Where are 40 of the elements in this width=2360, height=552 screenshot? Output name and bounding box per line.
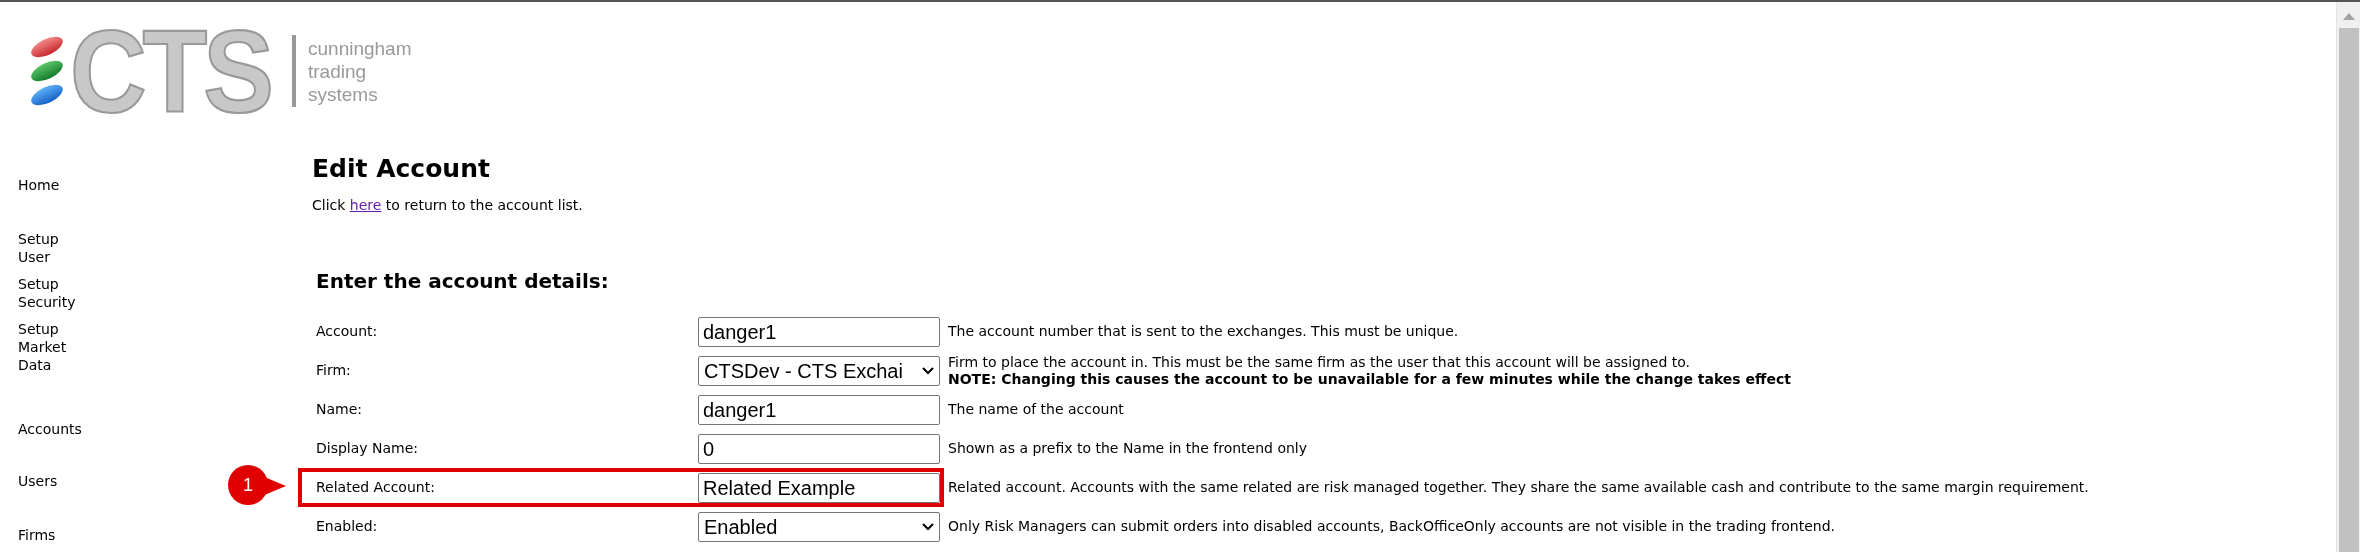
text-field[interactable]: Related Example [698, 472, 940, 503]
field-description: Only Risk Managers can submit orders into disabled accounts, BackOfficeOnly accounts are not visible in the trading frontend. [948, 518, 1836, 535]
logo-tagline: systems [308, 82, 379, 106]
field-label: Related Account: [316, 478, 436, 497]
text-field[interactable]: 0 [698, 433, 940, 464]
field-label: Name: [316, 400, 364, 419]
scroll-up-icon[interactable] [2342, 12, 2355, 20]
sidebar-link[interactable]: Accounts [18, 420, 93, 438]
logo-tagline: cunningham [308, 36, 412, 60]
text-field[interactable]: danger1 [698, 394, 940, 425]
scroll-thumb[interactable] [2338, 28, 2359, 552]
sidebar-link[interactable]: Setup Market Data [18, 320, 93, 374]
field-description: The account number that is sent to the exchanges. This must be unique. [948, 323, 1459, 340]
page-title: Edit Account [312, 153, 491, 185]
scrollbar[interactable] [2336, 2, 2360, 552]
chevron-down-icon [922, 522, 934, 531]
text-field[interactable]: danger1 [698, 316, 940, 347]
dropdown[interactable]: Enabled [698, 511, 940, 542]
field-label: Display Name: [316, 439, 420, 458]
section-title: Enter the account details: [316, 268, 610, 295]
sidebar-link[interactable]: Setup Security [18, 275, 93, 311]
intro-text: Click here to return to the account list. [312, 196, 584, 215]
sidebar-link[interactable]: Home [18, 176, 93, 194]
field-description: Firm to place the account in. This must be the same firm as the user that this account will be assigned to. [948, 353, 1691, 371]
field-description: Related account. Accounts with the same related are risk managed together. They share the same available cash and contribute to the same margin requirement. [948, 479, 2089, 496]
field-description: The name of the account [948, 401, 1124, 418]
chevron-down-icon [922, 366, 934, 375]
callout-pointer-icon [262, 476, 286, 496]
sidebar-link[interactable]: Setup User [18, 230, 93, 266]
logo-wordmark: CTS [70, 12, 270, 130]
here-link[interactable]: here [349, 197, 382, 213]
sidebar-link[interactable]: Users [18, 472, 93, 490]
field-label: Enabled: [316, 517, 379, 536]
field-label: Account: [316, 322, 379, 341]
sidebar-link[interactable]: Firms [18, 526, 93, 544]
field-label: Firm: [316, 361, 352, 380]
field-note: NOTE: Changing this causes the account to be unavailable for a few minutes while the change takes effect [948, 370, 1791, 388]
field-description: Shown as a prefix to the Name in the frontend only [948, 440, 1308, 457]
logo-tagline: trading [308, 59, 368, 83]
dropdown[interactable]: CTSDev - CTS Exchai [698, 355, 940, 386]
